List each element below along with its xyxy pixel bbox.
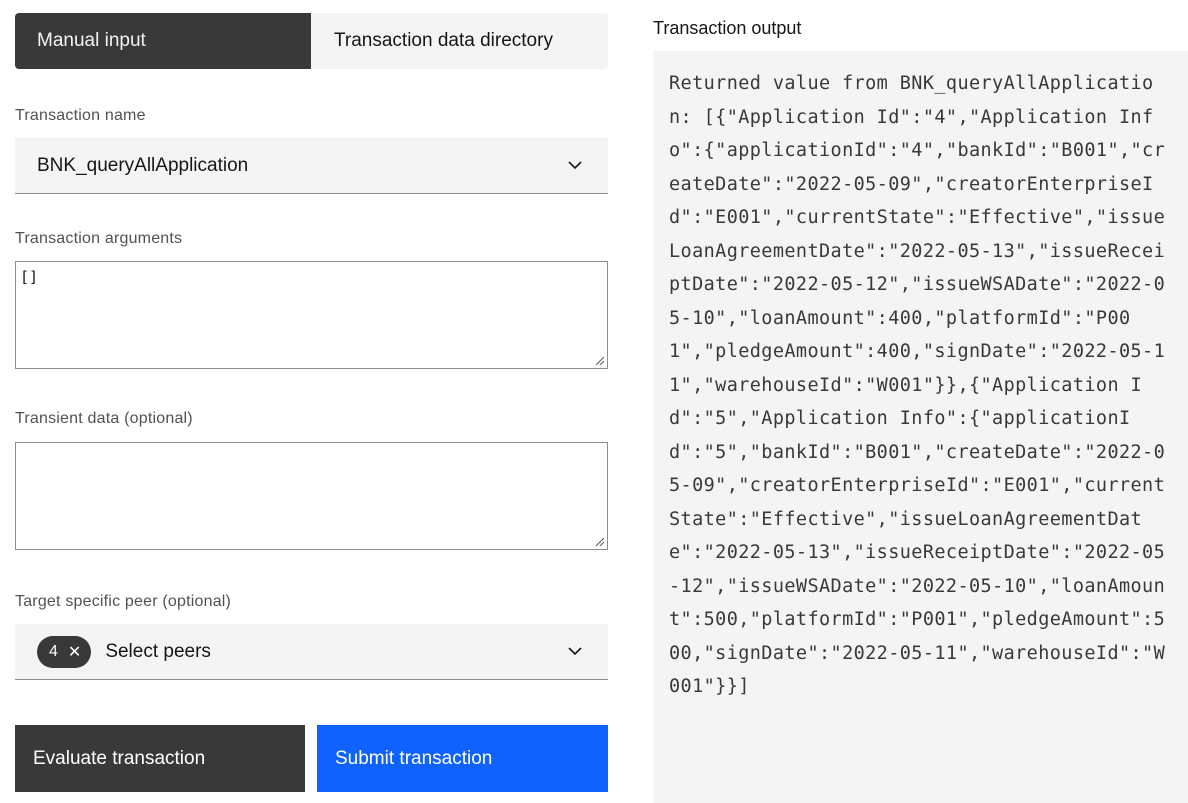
resize-grip-icon[interactable] <box>594 355 604 365</box>
transaction-arguments-input[interactable]: [] <box>15 261 608 369</box>
chevron-down-icon <box>568 647 582 656</box>
transient-data-label: Transient data (optional) <box>15 410 193 427</box>
selected-peers-tag: 4 ✕ <box>37 635 92 668</box>
input-mode-tabs: Manual input Transaction data directory <box>15 13 608 69</box>
select-peers-placeholder: Select peers <box>105 640 211 662</box>
transaction-output-panel: Transaction output Returned value from B… <box>653 18 1188 803</box>
transaction-output-text: Returned value from BNK_queryAllApplicat… <box>669 73 1166 697</box>
tab-manual-input[interactable]: Manual input <box>15 13 311 69</box>
resize-grip-icon[interactable] <box>594 536 604 546</box>
transaction-output-label: Transaction output <box>653 18 802 38</box>
transaction-output-box: Returned value from BNK_queryAllApplicat… <box>653 51 1188 803</box>
clear-selection-icon[interactable]: ✕ <box>68 642 81 662</box>
transaction-name-select[interactable]: BNK_queryAllApplication <box>15 138 608 194</box>
transaction-name-label: Transaction name <box>15 107 146 124</box>
target-peer-select[interactable]: 4 ✕ Select peers <box>15 624 608 680</box>
transaction-arguments-label: Transaction arguments <box>15 230 183 247</box>
transient-data-input[interactable] <box>15 442 608 550</box>
evaluate-transaction-button[interactable]: Evaluate transaction <box>15 725 305 792</box>
tab-transaction-data-directory[interactable]: Transaction data directory <box>311 13 608 69</box>
target-peer-label: Target specific peer (optional) <box>15 593 232 610</box>
transaction-arguments-value: [] <box>20 268 39 286</box>
selected-peers-count: 4 <box>49 642 58 660</box>
transaction-form: Manual input Transaction data directory … <box>15 13 608 792</box>
transaction-name-value: BNK_queryAllApplication <box>37 154 249 176</box>
chevron-down-icon <box>568 161 582 170</box>
submit-transaction-button[interactable]: Submit transaction <box>317 725 608 792</box>
